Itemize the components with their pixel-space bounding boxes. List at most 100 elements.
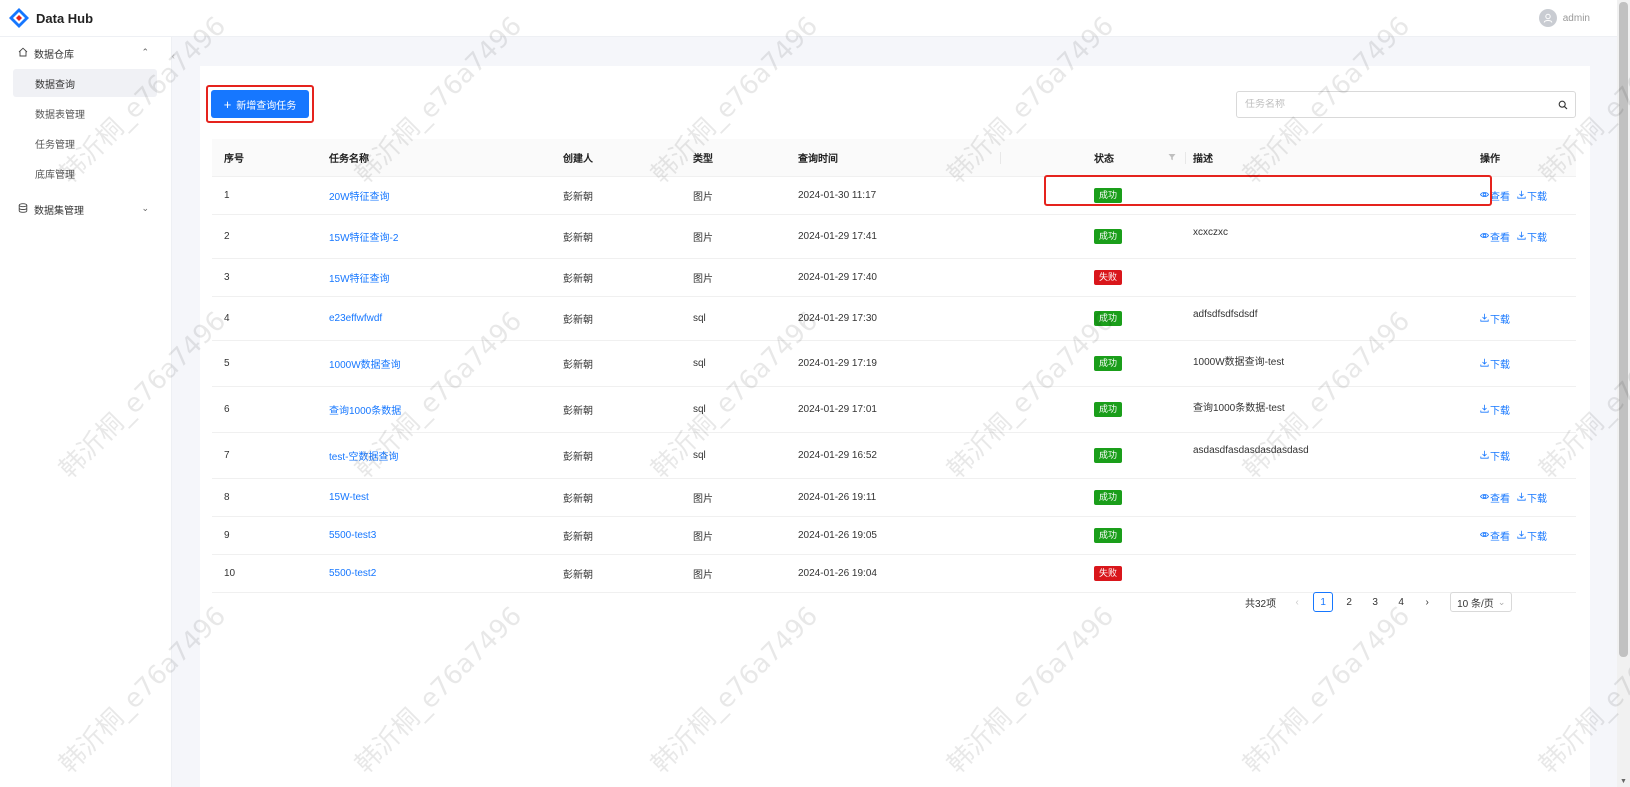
- task-name-link[interactable]: 15W特征查询-2: [329, 229, 398, 244]
- download-link[interactable]: 下载: [1517, 229, 1547, 244]
- cell-type: 图片: [693, 274, 713, 285]
- vertical-scrollbar[interactable]: ▼: [1617, 0, 1630, 787]
- action-label: 下载: [1490, 315, 1510, 326]
- download-link[interactable]: 下载: [1480, 402, 1510, 417]
- header-actions: 操作: [1480, 154, 1500, 165]
- sidebar-item-task-management[interactable]: 任务管理: [13, 129, 157, 157]
- status-badge-label: 成功: [1094, 402, 1123, 417]
- page-2[interactable]: 2: [1339, 592, 1359, 612]
- home-icon: [18, 47, 28, 60]
- plus-icon: +: [223, 96, 232, 112]
- download-icon: [1480, 404, 1489, 416]
- cell-type: sql: [693, 358, 706, 369]
- sidebar-item-gallery-management[interactable]: 底库管理: [13, 159, 157, 187]
- action-label: 查看: [1490, 192, 1510, 203]
- task-name-link[interactable]: 5500-test2: [329, 568, 376, 579]
- sidebar-group-data-warehouse[interactable]: 数据仓库 ⌃ ‹: [0, 37, 175, 69]
- avatar-icon: [1538, 9, 1557, 27]
- app-title: Data Hub: [36, 10, 94, 26]
- download-link[interactable]: 下载: [1480, 356, 1510, 371]
- user-name: admin: [1562, 12, 1590, 24]
- eye-icon: [1480, 530, 1489, 542]
- page-3[interactable]: 3: [1365, 592, 1385, 612]
- prev-page-icon[interactable]: ‹: [1287, 592, 1307, 612]
- task-name-link[interactable]: 15W特征查询: [329, 270, 390, 285]
- task-name-link[interactable]: 15W-test: [329, 492, 369, 503]
- page-1[interactable]: 1: [1313, 592, 1334, 612]
- header-divider: [1000, 152, 1001, 164]
- row-actions: 下载: [1480, 448, 1510, 463]
- download-icon: [1480, 358, 1489, 370]
- task-name-link[interactable]: 查询1000条数据: [329, 402, 401, 417]
- table-body: 1 20W特征查询 彭新朝 图片 2024-01-30 11:17 成功 查看 下载 2 15W特…: [212, 177, 1576, 593]
- cell-creator: 彭新朝: [563, 570, 593, 581]
- cell-creator: 彭新朝: [563, 494, 593, 505]
- status-badge-label: 成功: [1094, 311, 1123, 326]
- table-row: 2 15W特征查询-2 彭新朝 图片 2024-01-29 17:41 成功 xcxczxc…: [212, 215, 1576, 259]
- sidebar-item-data-query[interactable]: 数据查询: [13, 69, 157, 97]
- download-icon: [1517, 492, 1526, 504]
- add-button-label: 新增查询任务: [236, 100, 297, 112]
- header-no: 序号: [224, 154, 244, 165]
- status-badge: 失败: [1094, 270, 1123, 285]
- cell-no: 10: [224, 568, 236, 579]
- action-label: 下载: [1490, 452, 1510, 463]
- table-row: 9 5500-test3 彭新朝 图片 2024-01-26 19:05 成功 查看 下载: [212, 517, 1576, 555]
- sidebar-item-table-management[interactable]: 数据表管理: [13, 99, 157, 127]
- user-menu[interactable]: admin: [1538, 9, 1590, 27]
- row-actions: 查看 下载: [1480, 229, 1547, 244]
- cell-type: sql: [693, 450, 706, 461]
- header-divider: [1185, 152, 1186, 164]
- view-link[interactable]: 查看: [1480, 229, 1510, 244]
- cell-type: 图片: [693, 192, 713, 203]
- view-link[interactable]: 查看: [1480, 188, 1510, 203]
- task-name-link[interactable]: 1000W数据查询: [329, 356, 401, 371]
- view-link[interactable]: 查看: [1480, 490, 1510, 505]
- action-label: 查看: [1490, 532, 1510, 543]
- pagination: 共32项 ‹ 1 2 3 4 › 10 条/页 ⌄: [1245, 592, 1513, 612]
- chevron-up-icon: ⌃: [141, 47, 149, 57]
- task-name-link[interactable]: 20W特征查询: [329, 188, 390, 203]
- download-link[interactable]: 下载: [1517, 188, 1547, 203]
- download-link[interactable]: 下载: [1517, 528, 1547, 543]
- table-row: 8 15W-test 彭新朝 图片 2024-01-26 19:11 成功 查看 下载: [212, 479, 1576, 517]
- page-4[interactable]: 4: [1391, 592, 1411, 612]
- cell-description: asdasdfasdasdasdasdasd: [1193, 445, 1309, 456]
- row-actions: 查看 下载: [1480, 490, 1547, 505]
- cell-creator: 彭新朝: [563, 192, 593, 203]
- status-badge: 成功: [1094, 402, 1123, 417]
- cell-query-time: 2024-01-30 11:17: [798, 190, 877, 201]
- table-row: 10 5500-test2 彭新朝 图片 2024-01-26 19:04 失败: [212, 555, 1576, 593]
- page-size-select[interactable]: 10 条/页 ⌄: [1450, 592, 1513, 612]
- status-badge-label: 成功: [1094, 229, 1123, 244]
- logo[interactable]: Data Hub: [8, 7, 93, 29]
- task-name-link[interactable]: test-空数据查询: [329, 448, 398, 463]
- download-icon: [1480, 450, 1489, 462]
- scroll-down-icon[interactable]: ▼: [1620, 778, 1627, 785]
- collapse-sidebar-icon[interactable]: ‹: [172, 51, 175, 62]
- status-badge: 失败: [1094, 566, 1123, 581]
- cell-description: adfsdfsdfsdsdf: [1193, 309, 1258, 320]
- scrollbar-thumb[interactable]: [1619, 2, 1628, 657]
- task-name-link[interactable]: 5500-test3: [329, 530, 376, 541]
- search-icon[interactable]: [1551, 100, 1575, 110]
- search-input[interactable]: [1245, 99, 1551, 110]
- search-box: [1236, 91, 1576, 118]
- next-page-icon[interactable]: ›: [1417, 592, 1437, 612]
- download-link[interactable]: 下载: [1480, 448, 1510, 463]
- cell-no: 1: [224, 190, 230, 201]
- sidebar-item-label: 任务管理: [35, 139, 75, 151]
- filter-icon[interactable]: [1168, 153, 1176, 164]
- download-link[interactable]: 下载: [1517, 490, 1547, 505]
- action-label: 下载: [1527, 192, 1547, 203]
- sidebar-group-dataset-management[interactable]: 数据集管理 ⌄: [0, 193, 171, 225]
- task-name-link[interactable]: e23effwfwdf: [329, 313, 382, 324]
- header-task-name: 任务名称: [329, 154, 369, 165]
- table-row: 1 20W特征查询 彭新朝 图片 2024-01-30 11:17 成功 查看 下载: [212, 177, 1576, 215]
- row-actions: 查看 下载: [1480, 528, 1547, 543]
- add-query-task-button[interactable]: + 新增查询任务: [211, 90, 309, 118]
- download-icon: [1480, 313, 1489, 325]
- header-status: 状态: [1094, 154, 1114, 165]
- download-link[interactable]: 下载: [1480, 311, 1510, 326]
- view-link[interactable]: 查看: [1480, 528, 1510, 543]
